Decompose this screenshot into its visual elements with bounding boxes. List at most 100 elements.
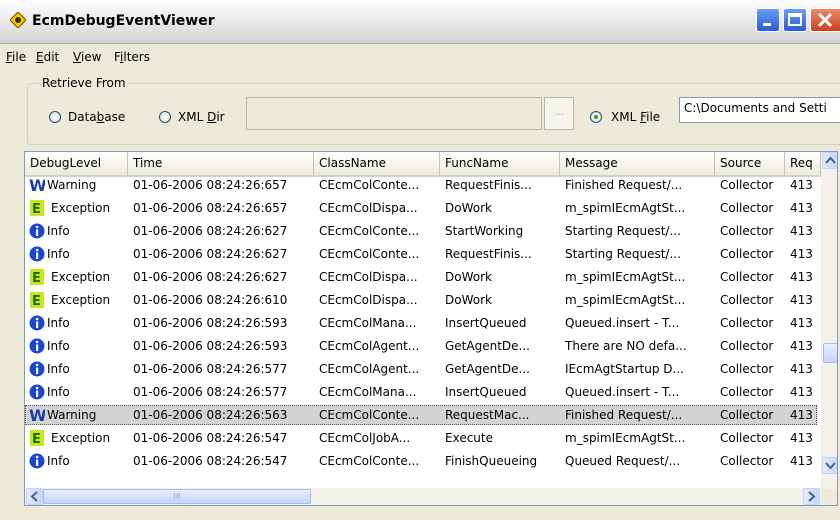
info-icon (29, 315, 45, 331)
cell-req: 413 (790, 454, 813, 468)
cell-req: 413 (790, 178, 813, 192)
table-row[interactable]: E Exception 01-06-2006 08:24:26:657 CEcmCol… (25, 198, 817, 218)
xml-dir-input[interactable] (246, 97, 542, 130)
column-req[interactable]: Req (785, 152, 821, 175)
menu-edit[interactable]: Edit (36, 50, 59, 64)
cell-req: 413 (790, 293, 813, 307)
exception-icon: E (29, 269, 45, 286)
title-bar[interactable]: EcmDebugEventViewer (0, 0, 840, 44)
menu-edit-mnemonic: E (36, 50, 44, 64)
cell-time: 01-06-2006 08:24:26:577 (133, 385, 288, 399)
cell-classname: CEcmColConte... (319, 224, 420, 238)
maximize-button[interactable] (783, 8, 807, 32)
event-list[interactable]: DebugLevel Time ClassName FuncName Messa… (24, 151, 838, 506)
info-icon (29, 246, 45, 262)
cell-debuglevel: E Exception (25, 198, 128, 218)
database-radio[interactable] (49, 111, 61, 123)
column-debuglevel[interactable]: DebugLevel (25, 152, 128, 175)
xml-dir-radio[interactable] (159, 111, 171, 123)
cell-req: 413 (790, 385, 813, 399)
column-message[interactable]: Message (560, 152, 715, 175)
cell-time: 01-06-2006 08:24:26:563 (133, 408, 288, 422)
column-classname[interactable]: ClassName (314, 152, 440, 175)
table-row[interactable]: W Warning 01-06-2006 08:24:26:563 CEcmColCo… (25, 405, 817, 425)
column-header: DebugLevel Time ClassName FuncName Messa… (25, 152, 825, 177)
cell-message: m_spimIEcmAgtSt... (565, 431, 686, 445)
svg-text:E: E (32, 202, 41, 216)
menu-filters-label: lters (123, 50, 150, 64)
cell-source: Collector (720, 293, 774, 307)
table-row[interactable]: Info 01-06-2006 08:24:26:577 CEcmColMana..… (25, 382, 817, 402)
vertical-scrollbar[interactable] (821, 152, 837, 489)
cell-source: Collector (720, 339, 774, 353)
menu-view[interactable]: View (73, 50, 101, 64)
database-label-pre: Data (68, 110, 97, 124)
horizontal-scroll-thumb[interactable]: III (43, 489, 311, 504)
cell-classname: CEcmColDispa... (319, 201, 418, 215)
cell-classname: CEcmColConte... (319, 178, 420, 192)
level-label: Info (47, 339, 70, 353)
scroll-left-button[interactable] (26, 488, 43, 505)
scroll-down-button[interactable] (822, 457, 837, 474)
level-label: Warning (47, 408, 97, 422)
xml-file-path-input[interactable]: C:\Documents and Setti (679, 97, 840, 123)
database-radio-label[interactable]: Database (68, 110, 125, 124)
cell-message: m_spimIEcmAgtSt... (565, 201, 686, 215)
close-button[interactable] (810, 8, 840, 32)
table-row[interactable]: Info 01-06-2006 08:24:26:627 CEcmColConte.… (25, 244, 817, 264)
menu-file[interactable]: File (6, 50, 26, 64)
cell-source: Collector (720, 408, 774, 422)
cell-source: Collector (720, 454, 774, 468)
menu-file-label: ile (12, 50, 27, 64)
chevron-right-icon (808, 491, 816, 502)
column-time[interactable]: Time (128, 152, 314, 175)
chevron-down-icon (825, 462, 836, 470)
cell-time: 01-06-2006 08:24:26:657 (133, 178, 288, 192)
xml-file-radio-label[interactable]: XML File (611, 110, 660, 124)
cell-source: Collector (720, 385, 774, 399)
cell-time: 01-06-2006 08:24:26:547 (133, 431, 288, 445)
table-row[interactable]: E Exception 01-06-2006 08:24:26:610 CEcmCol… (25, 290, 817, 310)
table-row[interactable]: Info 01-06-2006 08:24:26:577 CEcmColAgent.… (25, 359, 817, 379)
menu-bar: File Edit View Filters (0, 48, 840, 68)
column-source[interactable]: Source (715, 152, 785, 175)
cell-req: 413 (790, 316, 813, 330)
menu-filters[interactable]: Filters (114, 50, 150, 64)
column-funcname[interactable]: FuncName (440, 152, 560, 175)
level-label: Warning (47, 178, 97, 192)
cell-source: Collector (720, 270, 774, 284)
scroll-up-button[interactable] (822, 152, 837, 169)
cell-classname: CEcmColAgent... (319, 362, 420, 376)
cell-message: m_spimIEcmAgtSt... (565, 293, 686, 307)
table-row[interactable]: E Exception 01-06-2006 08:24:26:627 CEcmCol… (25, 267, 817, 287)
xml-dir-radio-label[interactable]: XML Dir (178, 110, 225, 124)
maximize-icon (788, 13, 802, 26)
retrieve-from-label: Retrieve From (40, 76, 128, 90)
cell-classname: CEcmColConte... (319, 454, 420, 468)
scroll-right-button[interactable] (803, 488, 820, 505)
info-icon (29, 223, 45, 239)
table-row[interactable]: Info 01-06-2006 08:24:26:627 CEcmColConte.… (25, 221, 817, 241)
table-row[interactable]: Info 01-06-2006 08:24:26:593 CEcmColMana..… (25, 313, 817, 333)
cell-funcname: GetAgentDe... (445, 339, 530, 353)
xml-file-radio[interactable] (590, 111, 602, 123)
cell-debuglevel: E Exception (25, 290, 128, 310)
table-row[interactable]: W Warning 01-06-2006 08:24:26:657 CEcmColCo… (25, 175, 817, 195)
minimize-button[interactable] (756, 8, 780, 32)
table-row[interactable]: Info 01-06-2006 08:24:26:547 CEcmColConte.… (25, 451, 817, 471)
cell-message: Finished Request/... (565, 408, 683, 422)
cell-time: 01-06-2006 08:24:26:627 (133, 247, 288, 261)
table-row[interactable]: Info 01-06-2006 08:24:26:593 CEcmColAgent.… (25, 336, 817, 356)
cell-debuglevel: E Exception (25, 267, 128, 287)
cell-message: There are NO defa... (565, 339, 687, 353)
table-row[interactable]: E Exception 01-06-2006 08:24:26:547 CEcmCol… (25, 428, 817, 448)
cell-req: 413 (790, 224, 813, 238)
vertical-scroll-thumb[interactable] (823, 343, 837, 363)
menu-edit-label: dit (43, 50, 60, 64)
cell-source: Collector (720, 178, 774, 192)
xml-file-label-pre: XML (611, 110, 641, 124)
horizontal-scrollbar[interactable]: III (25, 488, 821, 505)
app-icon (10, 12, 26, 28)
cell-debuglevel: Info (25, 359, 128, 379)
browse-button[interactable]: ... (544, 97, 574, 130)
